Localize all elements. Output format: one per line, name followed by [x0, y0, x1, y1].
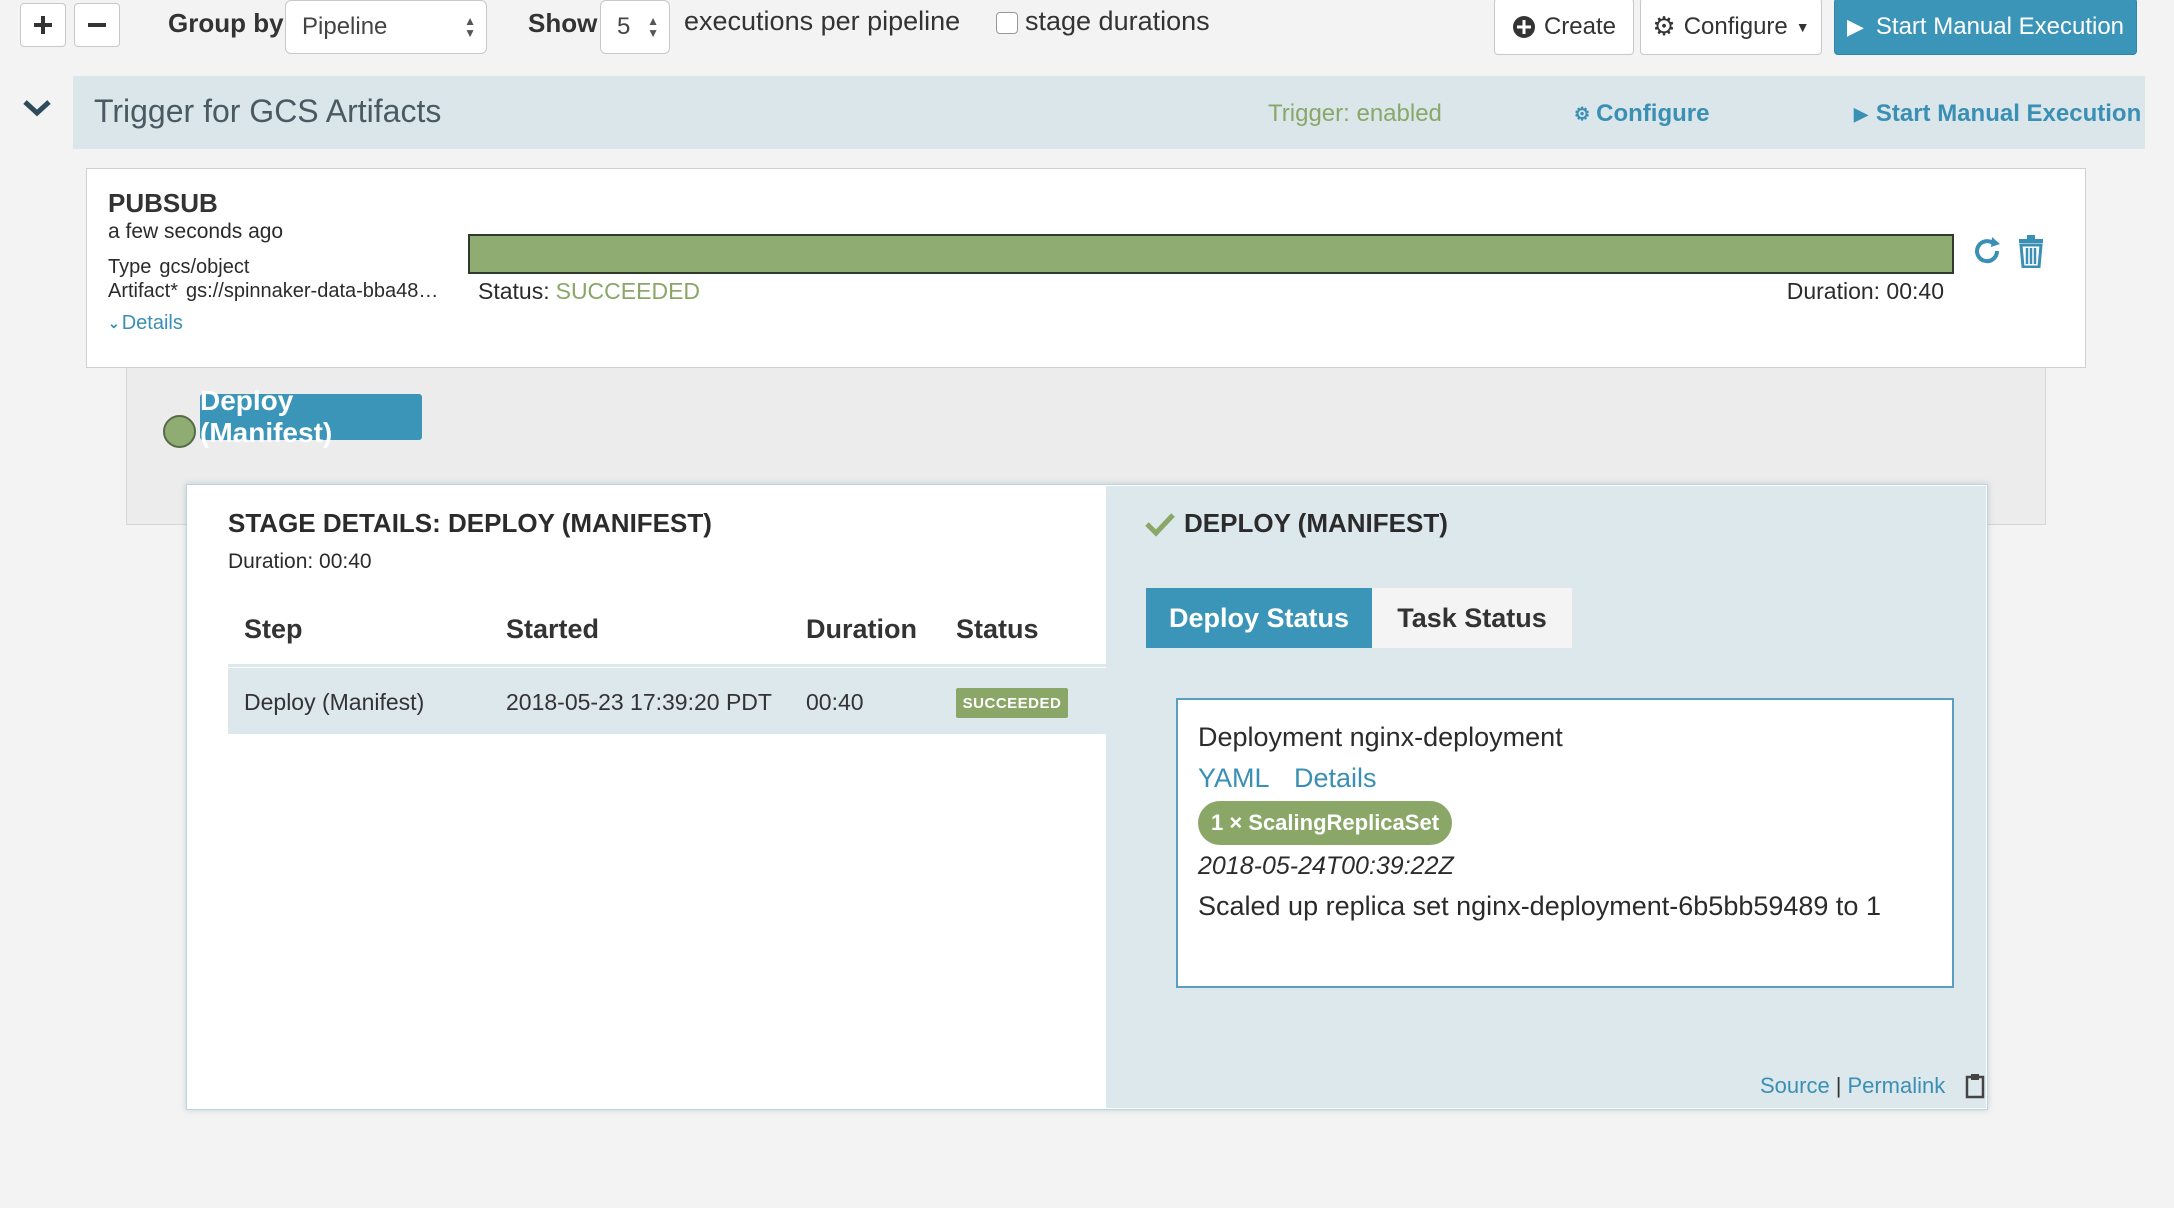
collapse-pipeline-chevron-icon[interactable] [22, 98, 52, 123]
collapse-all-button[interactable] [74, 3, 120, 47]
tab-deploy-status[interactable]: Deploy Status [1146, 588, 1372, 648]
status-label: Status: [478, 278, 550, 304]
stage-deploy-manifest[interactable]: Deploy (Manifest) [200, 385, 422, 448]
execution-details-toggle[interactable]: ⌄ Details [108, 312, 183, 335]
tab-task-status[interactable]: Task Status [1372, 588, 1572, 648]
show-count-select[interactable]: 5 ▲ ▼ [600, 0, 670, 54]
check-icon [1145, 512, 1175, 537]
deploy-panel-title: DEPLOY (MANIFEST) [1184, 508, 1448, 538]
trigger-type-row: Type gcs/object [108, 256, 249, 279]
pipeline-title: Trigger for GCS Artifacts [94, 93, 442, 129]
yaml-link[interactable]: YAML [1198, 763, 1270, 794]
group-by-select[interactable]: Pipeline ▲ ▼ [285, 0, 487, 54]
column-header-duration: Duration [806, 614, 917, 644]
trigger-status: Trigger: enabled [1268, 100, 1442, 127]
caret-down-icon: ▼ [1795, 18, 1810, 35]
artifact-label: Artifact* [108, 280, 179, 302]
artifact-row: Artifact* gs://spinnaker-data-bba48… [108, 280, 438, 303]
rerun-icon[interactable] [1970, 234, 2004, 273]
column-header-step: Step [244, 614, 303, 644]
deploy-panel-header: DEPLOY (MANIFEST) [1144, 508, 1448, 539]
plus-icon [34, 16, 52, 34]
pipeline-start-manual-label: Start Manual Execution [1875, 100, 2142, 127]
start-manual-execution-button[interactable]: ▶ Start Manual Execution [1834, 0, 2137, 55]
configure-dropdown-button[interactable]: ⚙ Configure ▼ [1640, 0, 1822, 55]
create-button[interactable]: Create [1494, 0, 1634, 55]
status-badge: SUCCEEDED [956, 688, 1068, 718]
event-reason-pill: 1 × ScalingReplicaSet [1198, 801, 1452, 845]
stage-details-title: STAGE DETAILS: DEPLOY (MANIFEST) [228, 508, 712, 538]
table-header-divider [228, 664, 1106, 667]
trigger-type: PUBSUB [108, 188, 218, 218]
gear-icon: ⚙ [1652, 11, 1676, 41]
clipboard-icon[interactable] [1963, 1073, 1987, 1099]
play-icon: ▶ [1854, 103, 1868, 124]
execution-progress-fill [470, 236, 1952, 272]
execution-duration: Duration: 00:40 [1786, 278, 1944, 304]
stage-durations-checkbox[interactable] [996, 12, 1018, 34]
pipeline-start-manual-link[interactable]: ▶ Start Manual Execution [1854, 100, 2141, 128]
source-link[interactable]: Source [1760, 1073, 1830, 1099]
expand-all-button[interactable] [20, 3, 66, 47]
plus-circle-icon [1512, 15, 1535, 38]
pipeline-configure-link[interactable]: ⚙ Configure [1574, 100, 1709, 128]
trash-icon[interactable] [2016, 234, 2046, 273]
play-icon: ▶ [1846, 13, 1864, 39]
deployment-name: Deployment nginx-deployment [1198, 722, 1563, 752]
column-header-started: Started [506, 614, 600, 644]
event-timestamp: 2018-05-24T00:39:22Z [1198, 852, 1454, 880]
status-value: SUCCEEDED [555, 278, 701, 304]
execution-details-label: Details [121, 312, 183, 334]
row-step: Deploy (Manifest) [244, 689, 425, 715]
type-label: Type [108, 256, 152, 278]
executions-per-pipeline-label: executions per pipeline [684, 6, 961, 36]
minus-icon [88, 23, 106, 27]
start-manual-execution-label: Start Manual Execution [1875, 12, 2125, 40]
show-count-value: 5 [617, 13, 631, 40]
stage-status-node[interactable] [163, 415, 196, 448]
event-message: Scaled up replica set nginx-deployment-6… [1198, 891, 1881, 921]
pipeline-configure-label: Configure [1596, 100, 1710, 127]
gear-icon: ⚙ [1574, 103, 1591, 124]
stage-details-duration: Duration: 00:40 [228, 550, 372, 573]
select-arrows-icon: ▲ ▼ [647, 14, 659, 40]
create-label: Create [1543, 12, 1617, 40]
chevron-down-icon: ⌄ [108, 315, 120, 331]
type-value: gcs/object [159, 256, 250, 278]
row-duration: 00:40 [806, 689, 864, 715]
column-header-status: Status [956, 614, 1039, 644]
link-separator: | [1835, 1073, 1842, 1098]
execution-time-ago: a few seconds ago [108, 220, 284, 243]
configure-label: Configure [1683, 12, 1788, 40]
panel-footer-links: Source | Permalink [1760, 1073, 1987, 1099]
stage-durations-label: stage durations [1025, 6, 1210, 36]
select-arrows-icon: ▲ ▼ [464, 14, 476, 40]
row-started: 2018-05-23 17:39:20 PDT [506, 689, 772, 715]
group-by-value: Pipeline [302, 13, 388, 40]
show-label: Show [528, 8, 598, 38]
permalink-link[interactable]: Permalink [1847, 1073, 1945, 1099]
group-by-label: Group by [168, 8, 284, 38]
execution-status: Status: SUCCEEDED [478, 278, 700, 305]
execution-progress-bar[interactable] [468, 234, 1954, 274]
deployment-details-link[interactable]: Details [1294, 763, 1377, 794]
artifact-value: gs://spinnaker-data-bba48… [186, 280, 439, 302]
